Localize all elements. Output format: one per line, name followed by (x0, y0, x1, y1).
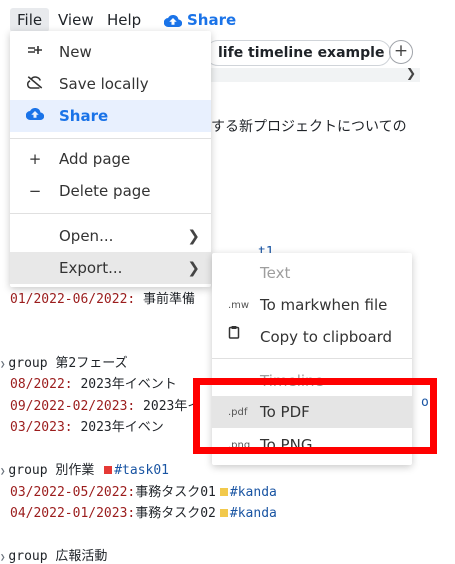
menu-divider (10, 213, 211, 214)
editor-line: ❯ group 第2フェーズ (0, 352, 128, 371)
menu-item-label: Copy to clipboard (260, 328, 393, 346)
color-swatch (104, 466, 113, 474)
date-text: 04/2022-01/2023: (10, 506, 136, 521)
chevron-right-icon[interactable]: ❯ (406, 66, 416, 80)
event-text: 事務タスク01 (135, 485, 216, 500)
date-text: 08/2022: (10, 377, 73, 392)
menu-item-label: Delete page (59, 182, 151, 200)
menu-item-share[interactable]: Share (10, 100, 211, 132)
add-tab-button[interactable]: + (389, 40, 413, 64)
minus-icon: − (28, 182, 42, 200)
menu-item-delete-page[interactable]: − Delete page (10, 175, 211, 207)
view-menu-button[interactable]: View (58, 8, 94, 32)
menu-item-export[interactable]: Export... ❯ (10, 252, 211, 284)
copy-icon (228, 321, 240, 353)
menu-item-label: New (59, 43, 92, 61)
new-icon (26, 36, 44, 68)
editor-line: 09/2022-02/2023: 2023年イ (10, 395, 200, 414)
date-text: 03/2022-05/2022: (10, 485, 136, 500)
share-button[interactable]: Share (163, 8, 237, 32)
menu-item-label: To markwhen file (260, 296, 388, 314)
keyword-text: group (8, 356, 48, 371)
date-text: 03/2023: (10, 420, 73, 435)
menu-item-add-page[interactable]: + Add page (10, 143, 211, 175)
chevron-right-icon: ❯ (187, 259, 200, 277)
menu-item-save-locally[interactable]: Save locally (10, 68, 211, 100)
tag-text: #kanda (229, 485, 277, 500)
menu-item-copy-clipboard[interactable]: Copy to clipboard (212, 321, 412, 353)
group-name: 第2フェーズ (47, 356, 128, 371)
file-dropdown-menu: New Save locally Share + Add page − Dele… (10, 31, 211, 287)
plus-icon: + (28, 150, 42, 168)
tag-text: #kanda (229, 506, 277, 521)
fold-chevron-icon[interactable]: ❯ (0, 467, 5, 477)
event-text: 2023年イベン (72, 420, 164, 435)
date-text: 01/2022-06/2022: (10, 292, 136, 307)
share-label: Share (187, 11, 237, 29)
editor-line: 08/2022: 2023年イベント (10, 373, 177, 392)
event-text: 2023年イベント (72, 377, 177, 392)
cloud-upload-icon (163, 14, 183, 28)
annotation-highlight-box (193, 378, 437, 454)
section-label: Text (260, 264, 291, 282)
event-text: 2023年イ (135, 399, 201, 414)
chevron-right-icon: ❯ (187, 227, 200, 245)
tag-text: #task01 (114, 463, 170, 478)
tab-active-page[interactable]: life timeline example (205, 40, 391, 66)
color-swatch (219, 509, 228, 517)
file-menu-button[interactable]: File (10, 8, 50, 32)
menu-item-label: Add page (59, 150, 131, 168)
tab-scrollbar[interactable]: ❯ (205, 66, 420, 82)
editor-line: 03/2022-05/2022:事務タスク01 #kanda (10, 481, 277, 500)
editor-line: 04/2022-01/2023:事務タスク02 #kanda (10, 502, 277, 521)
menu-item-label: Save locally (59, 75, 149, 93)
fold-chevron-icon[interactable]: ❯ (0, 553, 5, 563)
file-extension-label: .mw (228, 300, 250, 311)
cloud-off-icon (26, 68, 44, 100)
cloud-upload-icon (25, 100, 45, 132)
menu-divider (10, 138, 211, 139)
submenu-section-text: Text (212, 257, 412, 289)
keyword-text: group (8, 463, 48, 478)
date-text: 09/2022-02/2023: (10, 399, 136, 414)
group-name: 広報活動 (47, 549, 108, 564)
menu-divider (212, 358, 412, 359)
menu-item-to-markwhen[interactable]: .mw To markwhen file (212, 289, 412, 321)
editor-line: ❯ group 別作業 #task01 (0, 459, 169, 478)
menu-item-new[interactable]: New (10, 36, 211, 68)
help-menu-button[interactable]: Help (107, 8, 141, 32)
menu-item-label: Share (59, 107, 109, 125)
menu-item-label: Export... (59, 259, 123, 277)
event-text: 事務タスク02 (135, 506, 216, 521)
editor-line: する新プロジェクトについての (211, 119, 407, 135)
editor-line: ❯ group 広報活動 (0, 545, 107, 564)
editor-line: 03/2023: 2023年イベン (10, 416, 164, 435)
editor-line: 01/2022-06/2022: 事前準備 (10, 288, 195, 307)
fold-chevron-icon[interactable]: ❯ (0, 360, 5, 370)
event-text: 事前準備 (135, 292, 196, 307)
group-name: 別作業 (47, 463, 103, 478)
menu-item-open[interactable]: Open... ❯ (10, 220, 211, 252)
color-swatch (219, 488, 228, 496)
keyword-text: group (8, 549, 48, 564)
menu-item-label: Open... (59, 227, 114, 245)
